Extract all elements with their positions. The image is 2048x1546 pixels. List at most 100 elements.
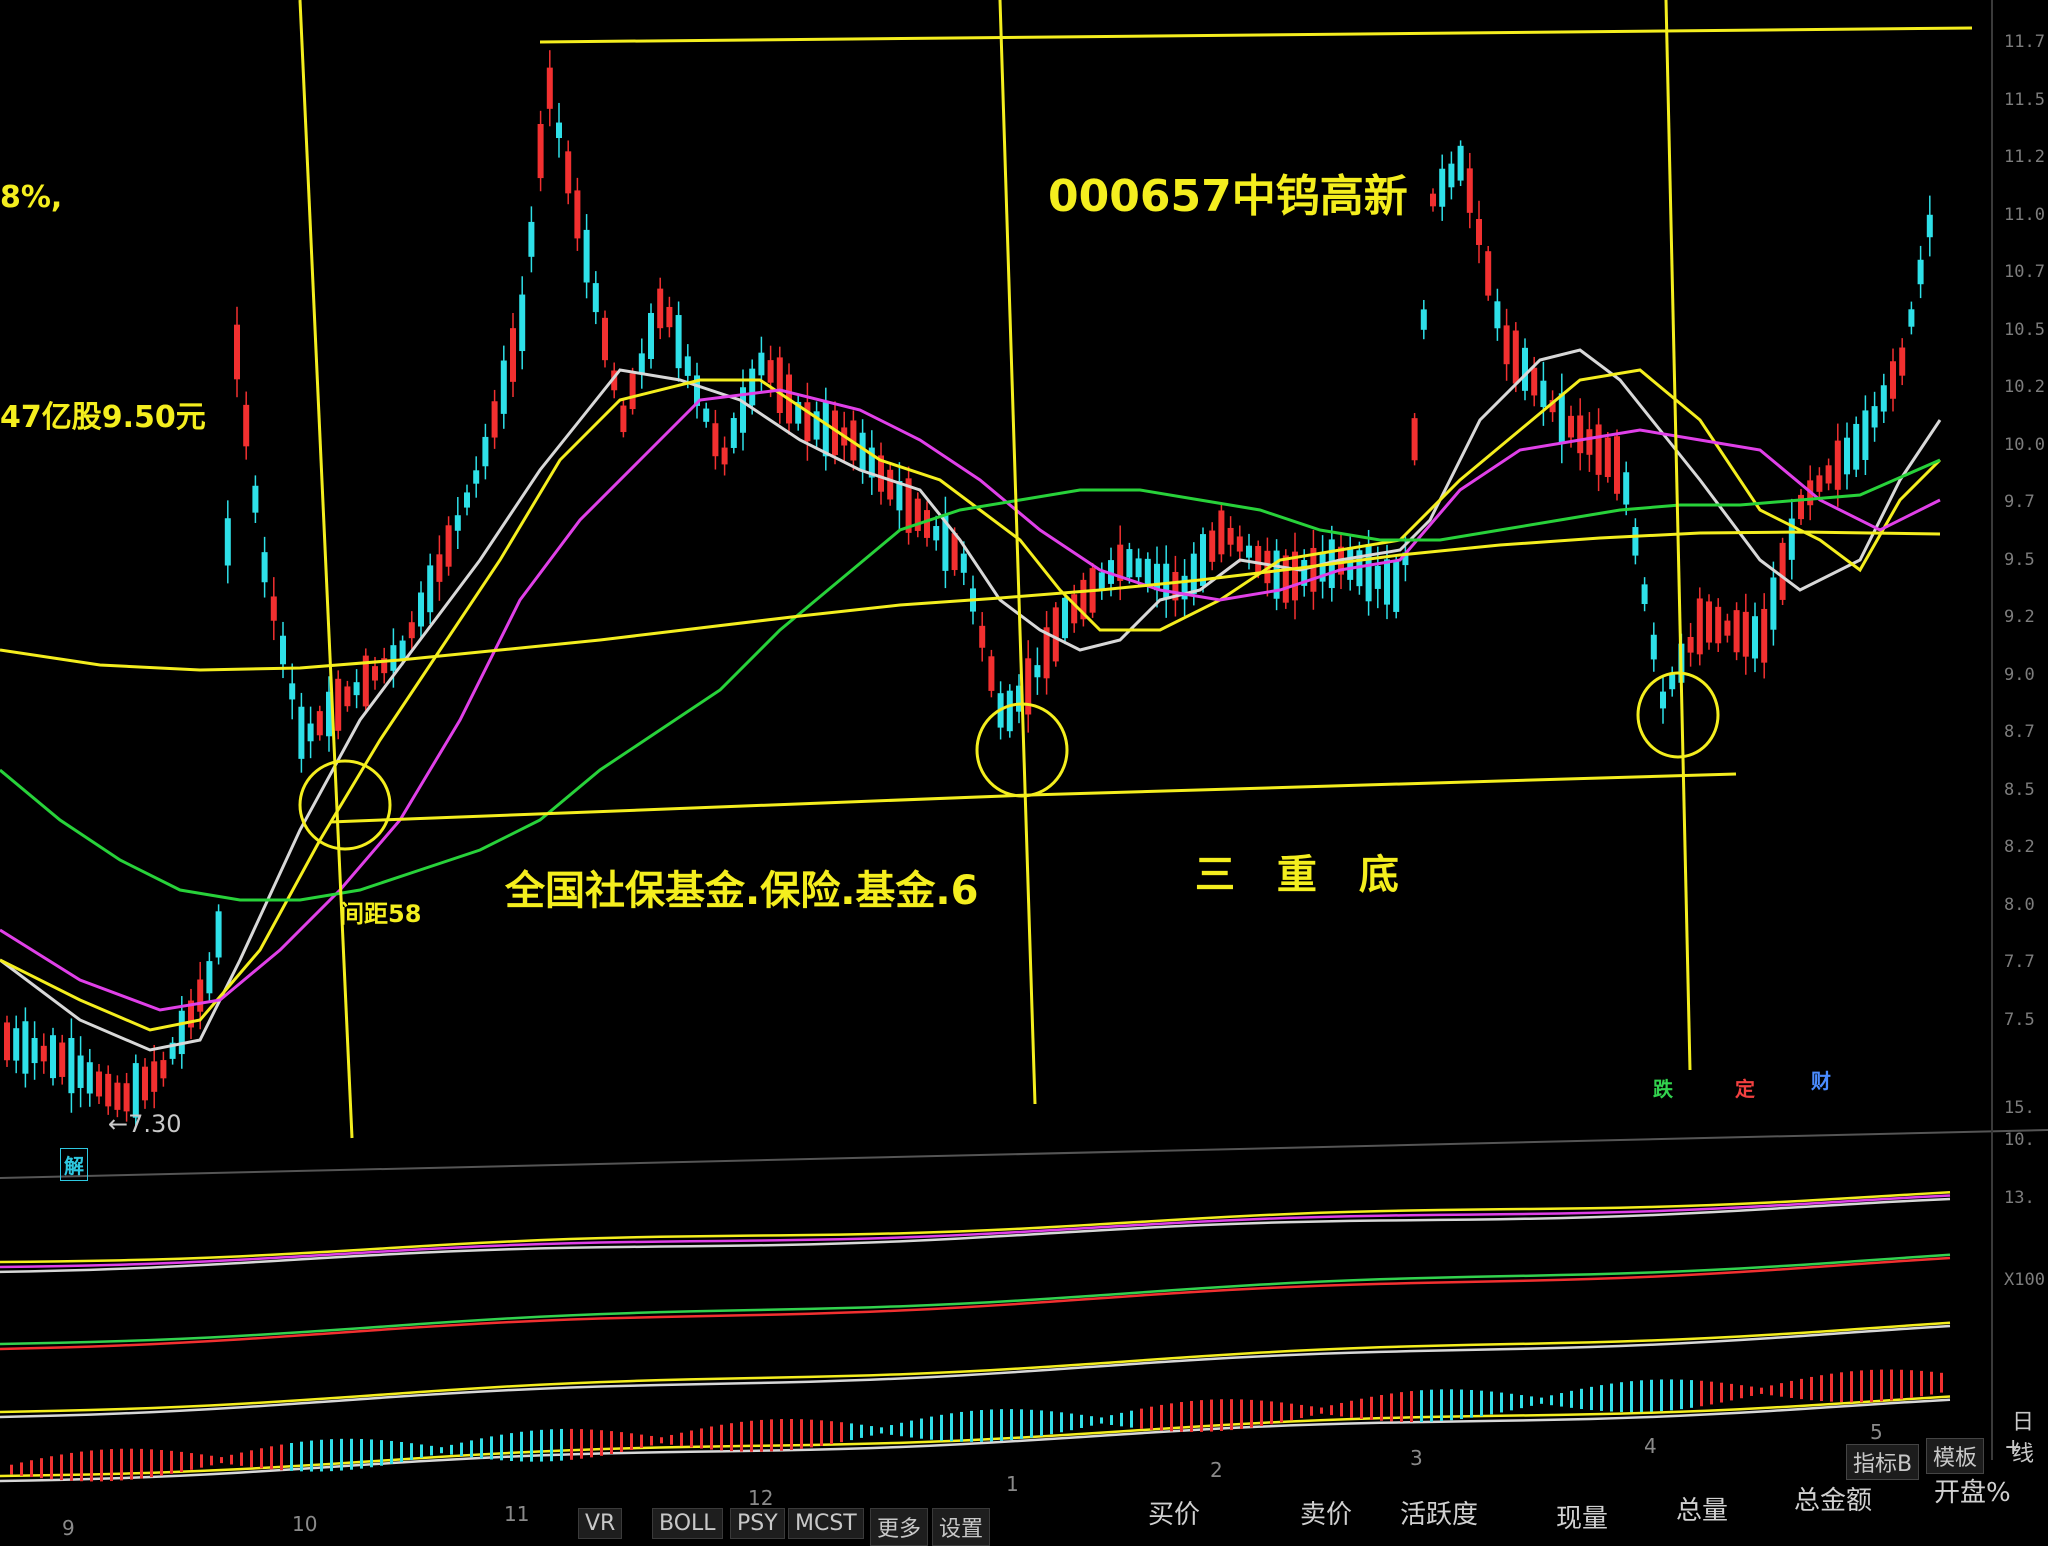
macd-bar [210,1455,213,1466]
macd-bar [1160,1404,1163,1431]
bottom-label-bid[interactable]: 买价 [1148,1494,1200,1531]
candle-body [960,553,967,573]
candle-body [1890,361,1896,399]
macd-bar [1670,1379,1673,1411]
tab-settings[interactable]: 设置 [932,1508,991,1546]
bottom-label-ask[interactable]: 卖价 [1300,1494,1352,1531]
candle-body [979,625,986,648]
bottom-label-current-volume[interactable]: 现量 [1556,1498,1608,1535]
candle-body [123,1083,130,1112]
macd-bar [960,1411,963,1442]
tab-more[interactable]: 更多 [870,1508,929,1546]
candle-body [675,315,682,369]
candle-body [1733,610,1740,653]
candle-body [353,682,360,696]
macd-bar [910,1420,913,1438]
macd-bar [530,1430,533,1462]
macd-bar [1600,1385,1603,1411]
candle-body [1476,219,1482,245]
macd-bar [340,1438,343,1471]
macd-bar [270,1446,273,1470]
macd-bar [710,1426,713,1450]
macd-bar [1370,1396,1373,1420]
x-axis-label: 12 [748,1486,774,1510]
macd-bar [880,1427,883,1434]
ding-marker[interactable]: 定 [1732,1072,1758,1103]
candle-body [1660,691,1666,709]
macd-bar [1700,1380,1703,1407]
macd-bar [1420,1390,1423,1422]
macd-bar [930,1416,933,1440]
macd-bar [420,1444,423,1458]
bottom-label-open-pct[interactable]: 开盘% [1934,1472,2011,1509]
macd-bar [680,1432,683,1447]
candle-body [1494,301,1501,329]
macd-bar [1040,1410,1043,1436]
candle-body [86,1062,93,1094]
candle-body [1062,597,1068,639]
price-axis-label: 11.2 [2004,147,2045,167]
candle-body [114,1082,121,1110]
macd-bar [1780,1383,1783,1397]
candle-body [592,283,599,313]
jie-marker[interactable]: 解 [60,1148,88,1181]
candle-body [1770,577,1777,630]
macd-bar [1430,1389,1433,1422]
macd-bar [550,1429,553,1462]
macd-bar [1450,1389,1453,1421]
candle-body [473,470,480,484]
macd-bar [1190,1400,1193,1432]
daily-label[interactable]: 日线 [2012,1404,2048,1468]
candle-body [1126,549,1133,578]
bottom-label-total-volume[interactable]: 总量 [1676,1490,1728,1527]
candle-body [1163,563,1170,600]
macd-bar [300,1441,303,1472]
macd-bar [50,1456,53,1480]
candle-body [804,402,811,442]
tab-vr[interactable]: VR [578,1508,623,1539]
candle-body [519,294,526,352]
tab-mcst[interactable]: MCST [788,1508,864,1539]
ma5-line [0,348,1942,1052]
macd-bar [280,1444,283,1471]
macd-bar [1520,1395,1523,1409]
macd-bar [440,1447,443,1454]
macd-bar [520,1431,523,1462]
macd-bar [190,1453,193,1470]
candle-body [500,360,507,414]
macd-bar [1740,1385,1743,1399]
candle-body [1531,367,1538,396]
macd-bar [1200,1400,1203,1432]
bottom-label-total-amount[interactable]: 总金额 [1794,1480,1872,1517]
kline-chart[interactable] [0,0,2048,1536]
macd-bar [990,1409,993,1442]
template-button[interactable]: 模板 [1926,1438,1985,1474]
candle-body [372,666,378,681]
cai-marker[interactable]: 财 [1808,1064,1834,1095]
price-axis-label: 7.5 [2004,1009,2035,1030]
macd-bar [1650,1379,1653,1412]
bottom-support-line-left [329,793,1031,824]
macd-bar [1080,1414,1083,1428]
tab-boll[interactable]: BOLL [652,1508,723,1539]
candle-body [620,405,627,433]
indicator-b-button[interactable]: 指标B [1846,1444,1920,1480]
candle-body [1706,601,1712,643]
die-marker[interactable]: 跌 [1650,1072,1676,1103]
candle-body [427,565,434,613]
macd-bar [850,1423,853,1441]
macd-bar [1540,1397,1543,1404]
macd-bar [1930,1371,1933,1395]
bottom-label-activity[interactable]: 活跃度 [1400,1494,1478,1531]
candle-body [1586,429,1593,455]
macd-bar [480,1438,483,1459]
candle-body [243,404,250,447]
tab-psy[interactable]: PSY [730,1508,785,1539]
candle-body [1825,465,1832,484]
macd-bar [540,1429,543,1462]
candle-body [666,306,673,328]
x-axis-label: 9 [62,1516,75,1540]
macd-bar [410,1443,413,1460]
candle-body [1669,673,1676,690]
macd-bar [430,1445,433,1456]
